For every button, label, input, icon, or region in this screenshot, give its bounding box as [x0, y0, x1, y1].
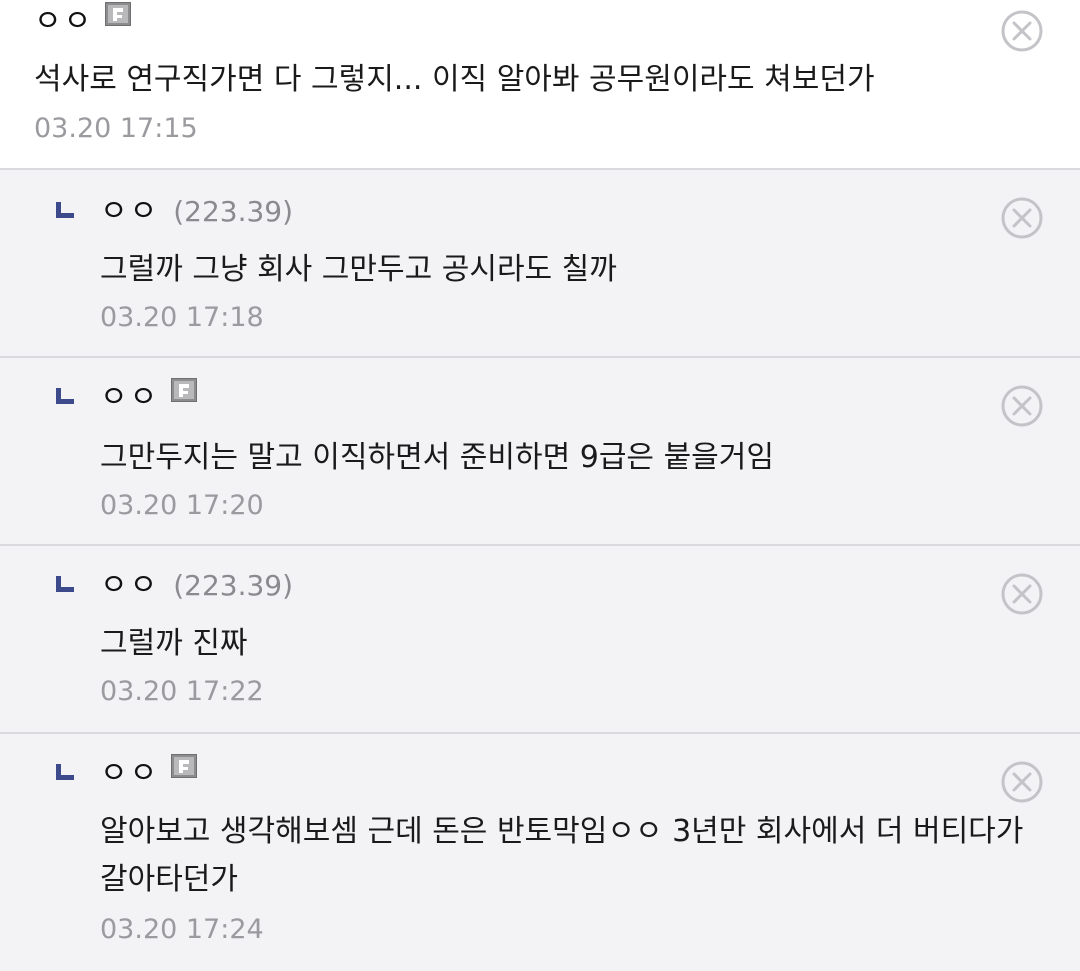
- reply-comment: ㅇㅇ 그만두지는 말고 이직하면서 준비하면 9급은 붙을거임 03.20 17…: [0, 358, 1080, 546]
- fixed-nick-icon: [105, 2, 132, 26]
- delete-comment-button[interactable]: [1000, 572, 1044, 616]
- reply-arrow-icon: [56, 764, 74, 780]
- comment-list: ㅇㅇ 석사로 연구직가면 다 그렇지... 이직 알아봐 공무원이라도 쳐보던가…: [0, 0, 1080, 971]
- comment-author: ㅇㅇ: [34, 2, 132, 42]
- delete-x-icon: [1001, 385, 1043, 427]
- reply-comment: ㅇㅇ (223.39) 그럴까 그냥 회사 그만두고 공시라도 칠까 03.20…: [0, 170, 1080, 358]
- nickname[interactable]: ㅇㅇ: [100, 754, 159, 794]
- comment-timestamp: 03.20 17:20: [100, 490, 264, 521]
- comment-text: 그럴까 그냥 회사 그만두고 공시라도 칠까: [100, 252, 617, 287]
- comment-author: ㅇㅇ: [100, 754, 198, 794]
- reply-comment: ㅇㅇ 알아보고 생각해보셈 근데 돈은 반토막임ㅇㅇ 3년만 회사에서 더 버티…: [0, 734, 1080, 971]
- comment-author: ㅇㅇ: [100, 378, 198, 418]
- delete-comment-button[interactable]: [1000, 196, 1044, 240]
- delete-x-icon: [1001, 573, 1043, 615]
- comment-text: 석사로 연구직가면 다 그렇지... 이직 알아봐 공무원이라도 쳐보던가: [34, 62, 875, 97]
- fixed-nick-icon: [171, 378, 198, 402]
- delete-comment-button[interactable]: [1000, 760, 1044, 804]
- comment-timestamp: 03.20 17:24: [100, 914, 264, 945]
- nickname[interactable]: ㅇㅇ: [100, 192, 159, 232]
- comment-text: 그만두지는 말고 이직하면서 준비하면 9급은 붙을거임: [100, 440, 774, 475]
- delete-comment-button[interactable]: [1000, 9, 1044, 53]
- reply-arrow-icon: [56, 202, 74, 218]
- reply-arrow-icon: [56, 388, 74, 404]
- comment-timestamp: 03.20 17:15: [34, 113, 198, 144]
- nickname[interactable]: ㅇㅇ: [34, 2, 93, 42]
- nickname[interactable]: ㅇㅇ: [100, 378, 159, 418]
- reply-comment: ㅇㅇ (223.39) 그럴까 진짜 03.20 17:22: [0, 546, 1080, 734]
- delete-x-icon: [1001, 761, 1043, 803]
- comment: ㅇㅇ 석사로 연구직가면 다 그렇지... 이직 알아봐 공무원이라도 쳐보던가…: [0, 0, 1080, 170]
- delete-x-icon: [1001, 197, 1043, 239]
- ip-address: (223.39): [173, 195, 294, 228]
- comment-text: 그럴까 진짜: [100, 626, 248, 661]
- reply-arrow-icon: [56, 576, 74, 592]
- comment-author: ㅇㅇ (223.39): [100, 566, 293, 606]
- comment-timestamp: 03.20 17:22: [100, 676, 264, 707]
- delete-x-icon: [1001, 10, 1043, 52]
- comment-author: ㅇㅇ (223.39): [100, 192, 293, 232]
- fixed-nick-icon: [171, 754, 198, 778]
- ip-address: (223.39): [173, 569, 294, 602]
- nickname[interactable]: ㅇㅇ: [100, 566, 159, 606]
- comment-text: 알아보고 생각해보셈 근데 돈은 반토막임ㅇㅇ 3년만 회사에서 더 버티다가 …: [100, 814, 1024, 897]
- delete-comment-button[interactable]: [1000, 384, 1044, 428]
- comment-timestamp: 03.20 17:18: [100, 302, 264, 333]
